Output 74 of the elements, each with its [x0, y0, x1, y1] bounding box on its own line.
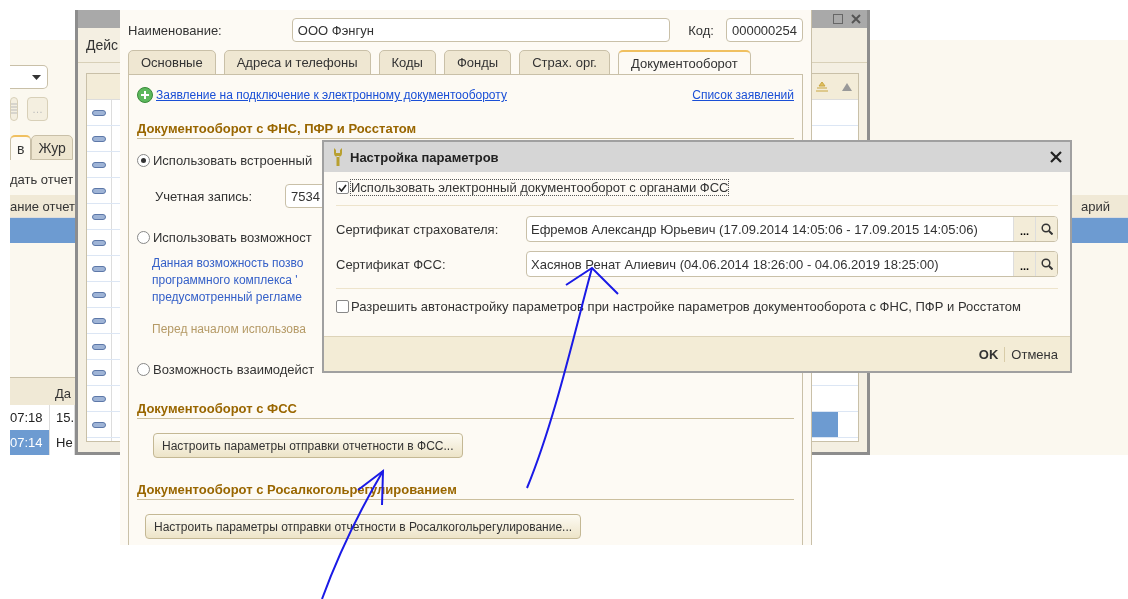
column-header: Да — [55, 386, 72, 401]
dialog-button[interactable]: OK — [972, 346, 1005, 362]
dialog-button[interactable]: Отмена — [1004, 346, 1064, 362]
sort-icon[interactable] — [816, 81, 828, 92]
checkbox[interactable] — [336, 300, 349, 313]
field-label: Наименование: — [128, 22, 223, 38]
tab[interactable]: в — [10, 135, 32, 160]
minus-icon — [92, 421, 106, 428]
hint-text: Перед началом использова — [152, 322, 306, 336]
minus-icon — [92, 291, 106, 298]
tab[interactable]: Страх. орг. — [519, 50, 610, 75]
scroll-up-icon[interactable] — [842, 82, 852, 91]
minus-icon — [92, 161, 106, 168]
search-button[interactable] — [1035, 217, 1057, 241]
certificate-field[interactable]: Ефремов Александр Юрьевич (17.09.2014 14:05:06 - 17.09.2015 14:05:06) ... — [526, 216, 1058, 242]
minus-icon — [92, 343, 106, 350]
field-label: Сертификат страхователя: — [336, 221, 500, 237]
certificate-field[interactable]: Хасянов Ренат Алиевич (04.06.2014 18:26:00 - 04.06.2019 18:25:00) ... — [526, 251, 1058, 277]
minus-icon — [92, 317, 106, 324]
minus-icon — [92, 135, 106, 142]
minus-icon — [92, 369, 106, 376]
dropdown-field[interactable] — [10, 65, 48, 89]
minus-icon — [92, 395, 106, 402]
radio-label: Использовать встроенный — [153, 153, 313, 168]
check-icon — [338, 183, 347, 192]
tab[interactable]: Адреса и телефоны — [223, 50, 371, 75]
minus-icon — [92, 109, 106, 116]
column-header: арий — [1081, 198, 1110, 214]
radio-label: Использовать возможност — [153, 230, 312, 245]
settings-button[interactable]: Настроить параметры отправки отчетности в ФСС... — [153, 433, 463, 458]
search-button[interactable] — [1035, 252, 1057, 276]
select-button[interactable]: ... — [1013, 217, 1035, 241]
close-icon[interactable] — [1050, 151, 1062, 163]
section-heading: Документооборот с ФНС, ПФР и Росстатом — [137, 121, 794, 139]
checkbox[interactable] — [336, 181, 349, 194]
field-label: Сертификат ФСС: — [336, 256, 447, 272]
checkbox-label: Использовать электронный документооборот с органами ФСС — [351, 180, 729, 195]
name-field[interactable]: ООО Фэнгун — [291, 18, 671, 42]
table-cell: 07:18 — [10, 405, 50, 430]
radio-button[interactable] — [137, 231, 150, 244]
column-header: ание отчет — [10, 198, 75, 214]
select-button[interactable]: ... — [1013, 252, 1035, 276]
tab[interactable]: Документооборот — [617, 50, 751, 75]
tab[interactable]: Основные — [128, 50, 216, 75]
radio-button[interactable] — [137, 363, 150, 376]
grid-icon — [11, 103, 17, 115]
application-link[interactable]: Заявление на подключение к электронному документообороту — [156, 88, 507, 102]
search-icon — [1040, 223, 1053, 235]
field-label: Учетная запись: — [155, 188, 254, 204]
wrench-icon — [332, 148, 344, 166]
code-field[interactable]: 000000254 — [725, 18, 803, 42]
dialog-title: Настройка параметров — [350, 149, 500, 165]
caret-icon — [32, 74, 41, 80]
info-text: Данная возможность позво программного комплекса ' предусмотренный регламе — [152, 255, 304, 306]
radio-label: Возможность взаимодейст — [153, 362, 315, 377]
plus-icon — [137, 87, 153, 103]
applications-list-link[interactable]: Список заявлений — [692, 88, 794, 102]
radio-button[interactable] — [137, 154, 150, 167]
tab[interactable]: Коды — [378, 50, 436, 75]
section-heading: Документооборот с ФСС — [137, 401, 794, 419]
tab[interactable]: Жур — [31, 135, 73, 160]
menu-item[interactable]: Дейс — [86, 37, 119, 53]
table-cell: Не — [50, 430, 75, 455]
minus-icon — [92, 213, 106, 220]
table-row[interactable] — [810, 412, 838, 437]
tab[interactable]: Фонды — [443, 50, 512, 75]
search-icon — [1040, 258, 1053, 270]
minus-icon — [92, 187, 106, 194]
minus-icon — [92, 239, 106, 246]
table-cell: 07:14 — [10, 430, 50, 455]
table-cell: 15. — [50, 405, 75, 430]
maximize-icon[interactable] — [833, 14, 843, 24]
field-label: Код: — [688, 22, 715, 38]
minus-icon — [92, 265, 106, 272]
